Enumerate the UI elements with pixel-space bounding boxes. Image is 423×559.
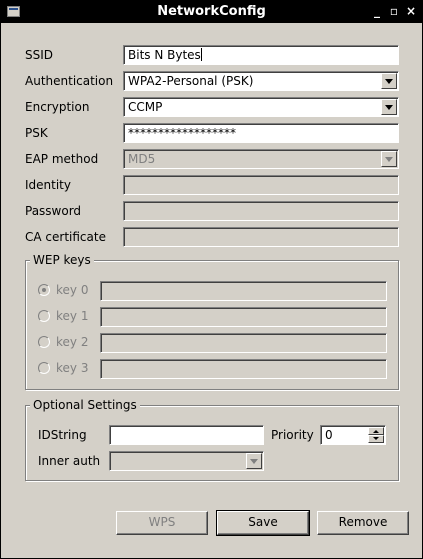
priority-value: 0 [325, 428, 333, 442]
decrement-arrow-icon[interactable] [368, 435, 384, 443]
wep-key-2-field[interactable] [100, 333, 387, 353]
eap-method-value: MD5 [128, 152, 156, 166]
wep-key-0-field[interactable] [100, 281, 387, 301]
chevron-down-icon[interactable] [246, 453, 262, 469]
close-button[interactable]: × [404, 4, 418, 18]
priority-label: Priority [271, 428, 314, 442]
encryption-value: CCMP [128, 100, 163, 114]
authentication-value: WPA2-Personal (PSK) [128, 74, 254, 88]
password-field[interactable] [123, 201, 399, 221]
chevron-down-icon[interactable] [381, 151, 397, 167]
idstring-field[interactable] [109, 425, 264, 445]
remove-button[interactable]: Remove [317, 511, 409, 535]
wep-key-1-label: key 1 [56, 309, 89, 323]
inner-auth-select[interactable] [109, 451, 264, 471]
eap-method-label: EAP method [25, 152, 99, 166]
chevron-down-icon[interactable] [381, 99, 397, 115]
wep-key-0-label: key 0 [56, 283, 89, 297]
wps-button[interactable]: WPS [116, 511, 208, 535]
wep-key-3-radio[interactable] [38, 362, 50, 374]
wep-key-2-radio[interactable] [38, 336, 50, 348]
network-config-window: NetworkConfig _ ▫ × SSID Bits N Bytes Au… [0, 0, 423, 559]
psk-field[interactable]: ****************** [123, 123, 399, 143]
title-bar[interactable]: NetworkConfig _ ▫ × [1, 1, 422, 23]
psk-label: PSK [25, 126, 48, 140]
wep-key-3-label: key 3 [56, 361, 89, 375]
save-button[interactable]: Save [216, 510, 310, 536]
maximize-button[interactable]: ▫ [387, 4, 401, 18]
ssid-label: SSID [25, 48, 54, 62]
priority-spinbox[interactable]: 0 [320, 425, 386, 445]
wep-keys-title: WEP keys [30, 253, 94, 267]
increment-arrow-icon[interactable] [368, 427, 384, 435]
wep-key-0-radio[interactable] [38, 284, 50, 296]
authentication-select[interactable]: WPA2-Personal (PSK) [123, 71, 399, 91]
text-caret [200, 48, 202, 61]
wep-key-2-label: key 2 [56, 335, 89, 349]
password-label: Password [25, 204, 82, 218]
ca-certificate-field[interactable] [123, 227, 399, 247]
ssid-value: Bits N Bytes [128, 48, 201, 62]
identity-label: Identity [25, 178, 71, 192]
optional-settings-title: Optional Settings [30, 398, 140, 412]
inner-auth-label: Inner auth [38, 454, 101, 468]
idstring-label: IDString [38, 428, 87, 442]
wep-key-3-field[interactable] [100, 359, 387, 379]
identity-field[interactable] [123, 175, 399, 195]
ca-certificate-label: CA certificate [25, 230, 106, 244]
wep-key-1-field[interactable] [100, 307, 387, 327]
eap-method-select[interactable]: MD5 [123, 149, 399, 169]
encryption-select[interactable]: CCMP [123, 97, 399, 117]
window-title: NetworkConfig [157, 4, 266, 19]
encryption-label: Encryption [25, 100, 90, 114]
minimize-button[interactable]: _ [370, 4, 384, 18]
ssid-field[interactable]: Bits N Bytes [123, 45, 399, 65]
wep-key-1-radio[interactable] [38, 310, 50, 322]
chevron-down-icon[interactable] [381, 73, 397, 89]
authentication-label: Authentication [25, 74, 114, 88]
